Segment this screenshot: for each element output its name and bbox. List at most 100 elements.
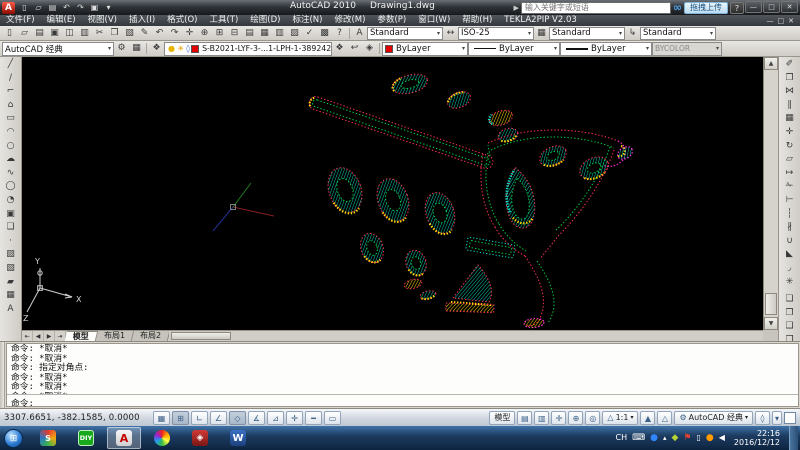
command-window-grip[interactable] [0,342,5,408]
show-desktop-button[interactable] [789,426,798,450]
table-style-combo[interactable]: Standard ▾ [549,27,625,40]
table-style-icon[interactable]: ▦ [534,27,549,40]
close-button[interactable]: ✕ [781,1,798,13]
cloud-sync-icon[interactable]: ∞ [673,2,682,14]
rectangle-icon[interactable]: ▭ [3,112,19,126]
action-center-icon[interactable]: ⚑ [683,427,691,449]
qat-new-icon[interactable]: ▯ [18,2,31,14]
make-layer-current-icon[interactable]: ❖ [332,42,347,55]
chamfer-icon[interactable]: ◣ [782,248,798,262]
status-menu-arrow-icon[interactable]: ▾ [772,411,782,425]
ellipse-icon[interactable]: ◯ [3,180,19,194]
arc-icon[interactable]: ◠ [3,126,19,140]
workspace-switch-button[interactable]: ⚙ AutoCAD 经典 ▾ [674,411,753,425]
help-button[interactable]: ? [730,2,744,14]
tab-layout1[interactable]: 布局1 [96,331,135,341]
qp-toggle[interactable]: ▭ [324,411,341,425]
scroll-down-icon[interactable]: ▼ [764,317,778,330]
extend-icon[interactable]: ⊢ [782,194,798,208]
menu-dimension[interactable]: 标注(N) [286,15,328,26]
array-icon[interactable]: ▦ [782,112,798,126]
qat-undo-icon[interactable]: ↶ [60,2,73,14]
qat-menu-icon[interactable]: ▾ [102,2,115,14]
properties-icon[interactable]: ▤ [242,27,257,40]
cut-icon[interactable]: ✂ [92,27,107,40]
minimize-button[interactable]: — [745,1,762,13]
make-block-icon[interactable]: ❏ [3,221,19,235]
annot-auto-icon[interactable]: △ [657,411,672,425]
infocenter-collapse-icon[interactable]: ▶ [513,4,518,12]
workspace-combo[interactable]: AutoCAD 经典 ▾ [2,42,114,56]
break-icon[interactable]: ∦ [782,221,798,235]
clock[interactable]: 22:16 2016/12/12 [734,429,780,447]
ime-language-indicator[interactable]: CH [615,427,627,449]
menu-tekla[interactable]: TEKLA2PIP V2.03 [498,15,583,26]
layer-lock-icon[interactable]: ◊ [186,44,190,53]
drag-upload-button[interactable]: 拖拽上传 [684,2,728,14]
autocad-menu-browser-icon[interactable]: A [2,2,15,14]
plot-preview-icon[interactable]: ◫ [62,27,77,40]
mleader-style-icon[interactable]: ↳ [625,27,640,40]
mtext-icon[interactable]: A [3,303,19,317]
zoom-previous-icon[interactable]: ⊟ [227,27,242,40]
send-back-icon[interactable]: ❐ [782,307,798,321]
osnap-toggle[interactable]: ◇ [229,411,246,425]
erase-icon[interactable]: ✐ [782,58,798,72]
tray-expand-icon[interactable]: ▴ [663,427,667,449]
publish-icon[interactable]: ▥ [77,27,92,40]
taskbar-app-diy[interactable]: DIY [69,427,103,449]
qat-save-icon[interactable]: ▤ [46,2,59,14]
volume-icon[interactable]: ◀ [719,427,725,449]
tab-prev-icon[interactable]: ◀ [33,331,44,341]
gradient-icon[interactable]: ▧ [3,262,19,276]
dim-style-icon[interactable]: ↔ [443,27,458,40]
text-style-icon[interactable]: A [352,27,367,40]
point-icon[interactable]: · [3,235,19,249]
menu-view[interactable]: 视图(V) [82,15,123,26]
update-tray-icon[interactable]: ● [706,427,714,449]
spline-icon[interactable]: ∿ [3,167,19,181]
doc-close-button[interactable]: ✕ [788,17,794,25]
revcloud-icon[interactable]: ☁ [3,153,19,167]
zoom-window-icon[interactable]: ⊞ [212,27,227,40]
menu-file[interactable]: 文件(F) [0,15,41,26]
annotation-scale-button[interactable]: △ 1:1 ▾ [602,411,638,425]
snap-toggle[interactable]: ▦ [153,411,170,425]
toolbar-lock-icon[interactable]: ◊ [755,411,770,425]
polyline-icon[interactable]: ⌐ [3,85,19,99]
region-icon[interactable]: ▰ [3,276,19,290]
command-window[interactable]: 命令: *取消*命令: *取消*命令: 指定对角点:命令: *取消*命令: *取… [0,341,800,408]
line-icon[interactable]: ╱ [3,58,19,72]
menu-format[interactable]: 格式(O) [161,15,203,26]
bring-above-icon[interactable]: ❑ [782,320,798,334]
offset-icon[interactable]: ∥ [782,99,798,113]
tab-next-icon[interactable]: ▶ [44,331,55,341]
insert-block-icon[interactable]: ▣ [3,208,19,222]
stretch-icon[interactable]: ↦ [782,167,798,181]
linetype-combo[interactable]: ByLayer ▾ [468,42,560,56]
quick-view-drawings-icon[interactable]: ▥ [534,411,549,425]
xline-icon[interactable]: ∕ [3,72,19,86]
mirror-icon[interactable]: ⋈ [782,85,798,99]
quickcalc-icon[interactable]: ▩ [317,27,332,40]
keyboard-icon[interactable]: ⌨ [632,427,645,449]
table-icon[interactable]: ▦ [3,289,19,303]
workspace-lock-icon[interactable]: ▦ [129,42,144,55]
trim-icon[interactable]: ✁ [782,180,798,194]
pan-icon[interactable]: ✛ [182,27,197,40]
taskbar-app-pinwheel[interactable] [145,427,179,449]
polar-toggle[interactable]: ∠ [210,411,227,425]
ortho-toggle[interactable]: ∟ [191,411,208,425]
pan-status-icon[interactable]: ✛ [551,411,566,425]
restore-button[interactable]: □ [763,1,780,13]
new-icon[interactable]: ▯ [2,27,17,40]
layer-properties-manager-icon[interactable]: ❖ [149,42,164,55]
menu-tools[interactable]: 工具(T) [203,15,244,26]
qat-plot-icon[interactable]: ▣ [88,2,101,14]
explode-icon[interactable]: ✳ [782,276,798,290]
doc-minimize-button[interactable]: — [767,17,774,25]
grid-toggle[interactable]: ⊞ [172,411,189,425]
save-icon[interactable]: ▤ [32,27,47,40]
command-input[interactable]: 命令: [7,394,798,406]
open-icon[interactable]: ▱ [17,27,32,40]
